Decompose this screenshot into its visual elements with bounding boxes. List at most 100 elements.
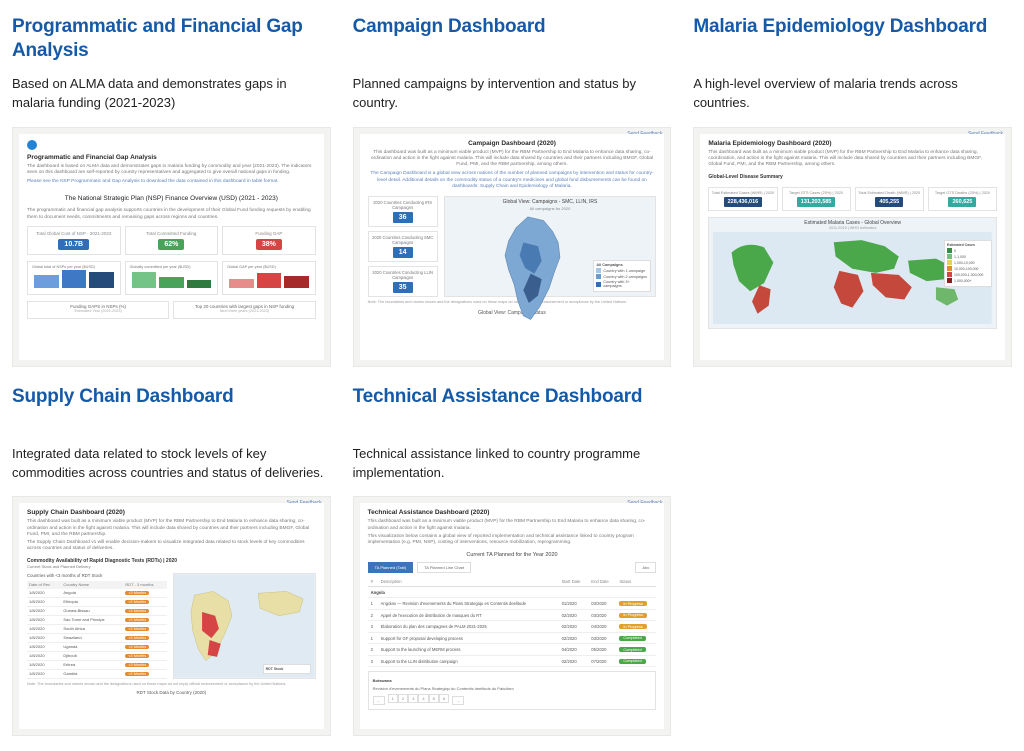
thumb-text: Current Stock and Planned Delivery (27, 564, 316, 569)
stat-card: Total Committed Funding 62% (125, 226, 219, 255)
dashboard-cards-grid: Programmatic and Financial Gap Analysis … (12, 15, 1012, 736)
tab: TA Planned Line Chart (417, 562, 471, 573)
map-legend: RDT Stock (263, 664, 311, 674)
card-title[interactable]: Malaria Epidemiology Dashboard (693, 15, 1012, 65)
thumb-link-text: Please see the NSP Programmatic and Gap … (27, 179, 316, 185)
map-subtitle: All campaigns for 2020 (445, 206, 656, 211)
stat-card: 2020 Countries Conducting LLIN Campaigns… (368, 266, 438, 297)
card-title[interactable]: Campaign Dashboard (353, 15, 672, 65)
thumb-text: This visualization below contains a glob… (368, 534, 657, 546)
stat-value: 228,436,016 (724, 197, 763, 207)
map-legend: Estimated Cases 0 1-1,000 1,000-10,000 1… (944, 240, 992, 287)
stat-card: Target GTS Deaths (25%) | 2020 260,625 (928, 187, 997, 212)
thumb-text: This dashboard was built as a minimum vi… (368, 519, 657, 531)
pager: ← 123456 → (373, 696, 652, 705)
stat-card: Total Global Cost of NSP · 2021-2023 10.… (27, 226, 121, 255)
card-thumbnail[interactable]: Send Feedback Supply Chain Dashboard (20… (12, 496, 331, 736)
stat-card: Total Estimated Cases (WMR) | 2020 228,4… (708, 187, 777, 212)
card-title[interactable]: Programmatic and Financial Gap Analysis (12, 15, 331, 65)
stat-value: 38% (256, 239, 282, 250)
thumb-text: The programmatic and financial gap analy… (27, 208, 316, 220)
card-title[interactable]: Technical Assistance Dashboard (353, 385, 672, 435)
map-world: RDT Stock Availability by Country Quanti… (173, 573, 315, 679)
stock-table-panel: Countries with <3 months of RDT Stock Da… (27, 573, 167, 679)
stat-value: 14 (393, 247, 413, 258)
thumb-text: The Supply Chain Dashboard v1 will enabl… (27, 540, 316, 552)
table-row: 3Elaboration du plan des campagnes de PA… (368, 621, 657, 633)
table-row: 1Angolan — Revision d'evenements du Plan… (368, 598, 657, 610)
stat-label: 2020 Countries Conducting LLIN Campaigns (372, 270, 434, 280)
card-thumbnail[interactable]: Send Feedback Technical Assistance Dashb… (353, 496, 672, 736)
map-world: Estimated Malaria Cases - Global Overvie… (708, 217, 997, 329)
card-programmatic-gap: Programmatic and Financial Gap Analysis … (12, 15, 331, 367)
thumb-footer-cell: Funding GAPS in NSPs (%) Estimated Year … (27, 301, 169, 319)
card-description: Integrated data related to stock levels … (12, 445, 331, 483)
stat-label: Target GTS Cases (25%) | 2020 (785, 191, 848, 196)
table-row: 1/8/2020Uganda<3 Months (27, 642, 167, 651)
card-epidemiology: Malaria Epidemiology Dashboard A high-le… (693, 15, 1012, 367)
stat-value: 36 (393, 212, 413, 223)
stat-card: 2020 Countries Conducting SMC Campaigns … (368, 231, 438, 262)
stat-label: 2020 Countries Conducting IRS Campaigns (372, 200, 434, 210)
panel-title: Countries with <3 months of RDT Stock (27, 573, 167, 578)
tab: TA Planned (Tabl) (368, 562, 414, 573)
card-supply-chain: Supply Chain Dashboard Integrated data r… (12, 385, 331, 737)
table-row: 1/8/2020Eritrea<3 Months (27, 660, 167, 669)
card-campaign: Campaign Dashboard Planned campaigns by … (353, 15, 672, 367)
card-thumbnail[interactable]: Send Feedback Malaria Epidemiology Dashb… (693, 127, 1012, 367)
stat-card: 2020 Countries Conducting IRS Campaigns … (368, 196, 438, 227)
stat-label: 2020 Countries Conducting SMC Campaigns (372, 235, 434, 245)
stat-card: Target GTS Cases (25%) | 2020 131,203,58… (782, 187, 851, 212)
stat-label: Total Estimated Death (WMR) | 2020 (858, 191, 921, 196)
table-row: 1/8/2020Ethiopia<3 Months (27, 597, 167, 606)
stat-label: Target GTS Deaths (25%) | 2020 (931, 191, 994, 196)
card-description: Technical assistance linked to country p… (353, 445, 672, 483)
stat-label: Funding GAP (227, 231, 311, 236)
card-description: A high-level overview of malaria trends … (693, 75, 1012, 113)
stat-card: Funding GAP 38% (222, 226, 316, 255)
thumb-note: Note: The boundaries and names shown and… (27, 682, 316, 686)
table-row: 1/8/2020Guinea-Bissau<3 Months (27, 606, 167, 615)
stat-label: Total Global Cost of NSP · 2021-2023 (32, 231, 116, 236)
stat-value: 260,625 (948, 197, 976, 207)
stat-value: 10.7B (58, 239, 89, 250)
table-row: 1/8/2020Gambia<3 Months (27, 669, 167, 678)
thumb-header: Malaria Epidemiology Dashboard (2020) (708, 140, 997, 147)
table-row: 2Support to the launching of MERM proces… (368, 644, 657, 656)
thumb-text: This dashboard was built as a minimum vi… (27, 519, 316, 538)
map-title: Estimated Malaria Cases - Global Overvie… (709, 218, 996, 226)
logo-icon (27, 140, 37, 150)
table-row: 3Support to the LLIN distribution campai… (368, 655, 657, 667)
ta-table: # Description Start Date End Date Status… (368, 577, 657, 667)
stock-table: Date of Rec Country Name RDT - 3 months … (27, 581, 167, 679)
mini-bar-chart: Global total of NSPs per year ($USD) (27, 261, 121, 295)
stat-value: 131,203,585 (797, 197, 836, 207)
detail-block: Botswana Revision d'evenements du Plans … (368, 671, 657, 710)
thumb-header: Campaign Dashboard (2020) (368, 140, 657, 147)
map-legend: All Campaigns Country with 1 campaign Co… (593, 260, 651, 292)
card-thumbnail[interactable]: Send Feedback Campaign Dashboard (2020) … (353, 127, 672, 367)
thumb-header: Programmatic and Financial Gap Analysis (27, 154, 316, 161)
stat-value: 405,255 (875, 197, 903, 207)
thumb-section-title: Global-Level Disease Summary (708, 174, 997, 181)
card-description: Planned campaigns by intervention and st… (353, 75, 672, 113)
table-row: 1/8/2020Sao Tome and Principe<3 Months (27, 615, 167, 624)
mini-bar-chart: Global GAP per year ($USD) (222, 261, 316, 295)
stat-label: Total Committed Funding (130, 231, 214, 236)
mini-bar-chart: Globally committed per year ($USD) (125, 261, 219, 295)
toolbar-item: Abc (635, 562, 656, 573)
map-subtitle: 2011-2019 | WHO estimates (709, 226, 996, 230)
thumb-text: This dashboard was built as a minimum vi… (708, 150, 997, 169)
stat-value: 35 (393, 282, 413, 293)
card-thumbnail[interactable]: Programmatic and Financial Gap Analysis … (12, 127, 331, 367)
card-title[interactable]: Supply Chain Dashboard (12, 385, 331, 435)
table-row: 2Appel de l'execution de distribution de… (368, 609, 657, 621)
card-technical-assistance: Technical Assistance Dashboard Technical… (353, 385, 672, 737)
thumb-header: Supply Chain Dashboard (2020) (27, 509, 316, 516)
table-row: 1/8/2020Djibouti<3 Months (27, 651, 167, 660)
thumb-section-title: Current TA Planned for the Year 2020 (368, 552, 657, 558)
table-row: 1/8/2020South Africa<3 Months (27, 624, 167, 633)
stat-card: Total Estimated Death (WMR) | 2020 405,2… (855, 187, 924, 212)
map-africa: Global View: Campaigns - SMC, LLIN, IRS … (444, 196, 657, 297)
thumb-footer-cell: Top 20 countries with largest gaps in NS… (173, 301, 315, 319)
